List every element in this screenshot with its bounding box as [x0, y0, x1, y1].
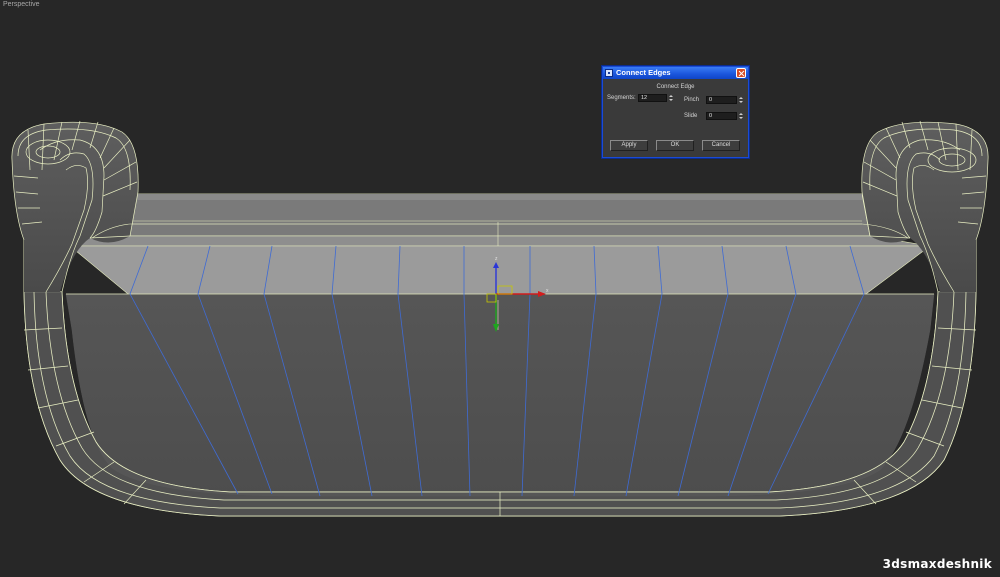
cancel-button[interactable]: Cancel [702, 140, 740, 151]
pinch-field[interactable]: 0 [706, 96, 737, 104]
slide-label: Slide [684, 113, 698, 119]
spinner-arrows-icon[interactable] [739, 112, 744, 120]
spinner-arrows-icon[interactable] [669, 94, 674, 102]
perspective-viewport[interactable]: Perspective z x Connect Edges Connect Ed… [0, 0, 1000, 577]
pinch-spinner[interactable]: 0 [706, 96, 744, 104]
group-label: Connect Edge [656, 84, 695, 90]
spinner-arrows-icon[interactable] [739, 96, 744, 104]
sofa-front-face [65, 293, 935, 497]
segments-label: Segments: [607, 95, 636, 101]
connect-edges-dialog[interactable]: Connect Edges Connect Edge Segments: 12 … [602, 66, 749, 158]
slide-spinner[interactable]: 0 [706, 112, 744, 120]
close-button[interactable] [736, 68, 746, 78]
watermark: 3dsmaxdeshnik [882, 557, 992, 571]
dialog-titlebar[interactable]: Connect Edges [603, 67, 748, 79]
ok-button[interactable]: OK [656, 140, 694, 151]
pinch-label: Pinch [684, 97, 700, 103]
sofa-wireframe-model[interactable]: z x [0, 0, 1000, 577]
segments-spinner[interactable]: 12 [638, 94, 674, 102]
app-icon [605, 69, 613, 77]
slide-field[interactable]: 0 [706, 112, 737, 120]
dialog-title: Connect Edges [616, 68, 671, 77]
seat-top-face [69, 245, 931, 295]
close-icon [737, 69, 745, 77]
segments-field[interactable]: 12 [638, 94, 667, 102]
sofa-back [69, 193, 931, 247]
apply-button[interactable]: Apply [610, 140, 648, 151]
